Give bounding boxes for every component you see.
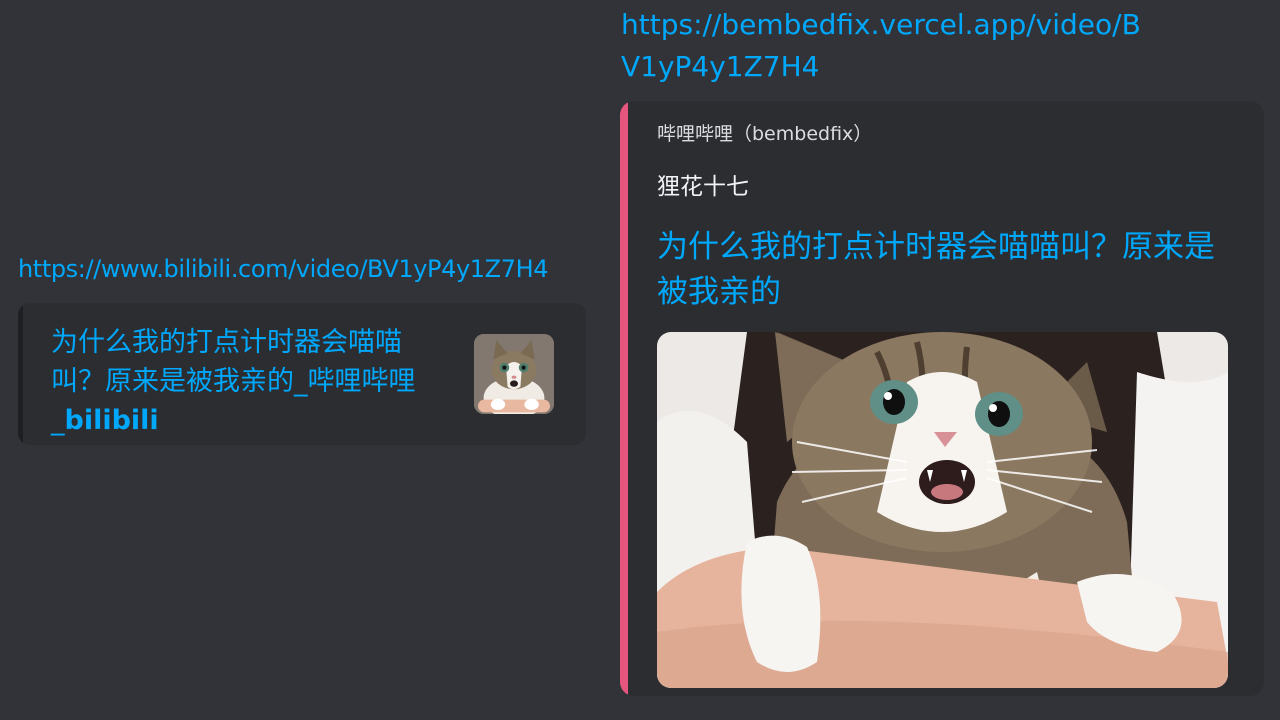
embed-title-link[interactable]: 为什么我的打点计时器会喵喵叫？原来是被我亲的_哔哩哔哩_bilibili — [51, 323, 451, 440]
embed-accent-bar — [620, 101, 628, 696]
bembedfix-link[interactable]: https://bembedfix.vercel.app/video/BV1yP… — [621, 4, 1141, 88]
embed-title-link[interactable]: 为什么我的打点计时器会喵喵叫？原来是被我亲的 — [657, 225, 1217, 315]
cat-thumbnail-image[interactable] — [474, 334, 554, 414]
bilibili-embed: 为什么我的打点计时器会喵喵叫？原来是被我亲的_哔哩哔哩_bilibili — [18, 303, 586, 445]
bembedfix-embed: 哔哩哔哩（bembedfix） 狸花十七 为什么我的打点计时器会喵喵叫？原来是被… — [620, 101, 1264, 696]
embed-author: 狸花十七 — [657, 174, 749, 200]
embed-title-suffix[interactable]: bilibili — [65, 405, 159, 436]
cat-video-cover-image[interactable] — [657, 332, 1228, 688]
embed-provider: 哔哩哔哩（bembedfix） — [657, 123, 873, 145]
embed-accent-bar — [18, 303, 23, 445]
bilibili-link[interactable]: https://www.bilibili.com/video/BV1yP4y1Z… — [18, 254, 548, 284]
